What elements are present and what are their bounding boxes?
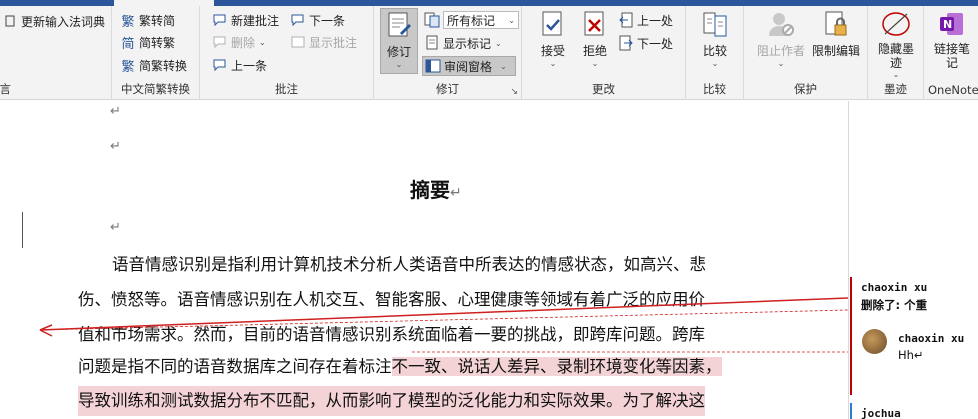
- revision-bar: [850, 277, 852, 395]
- comment-bar: [850, 403, 852, 419]
- comment-author: jochua: [861, 407, 901, 419]
- comment-body[interactable]: Hh↵: [898, 348, 924, 362]
- comment-author: chaoxin xu: [898, 332, 965, 345]
- deletion-connector-line: [39, 297, 849, 331]
- comment-author: chaoxin xu: [861, 281, 928, 294]
- comment-body[interactable]: 删除了: 个重: [861, 297, 927, 313]
- revision-connectors: [39, 297, 849, 353]
- dashed-connector-line: [39, 309, 849, 331]
- avatar: [862, 329, 887, 354]
- comment-pane: chaoxin xu 删除了: 个重 chaoxin xu Hh↵ jochua: [848, 101, 978, 419]
